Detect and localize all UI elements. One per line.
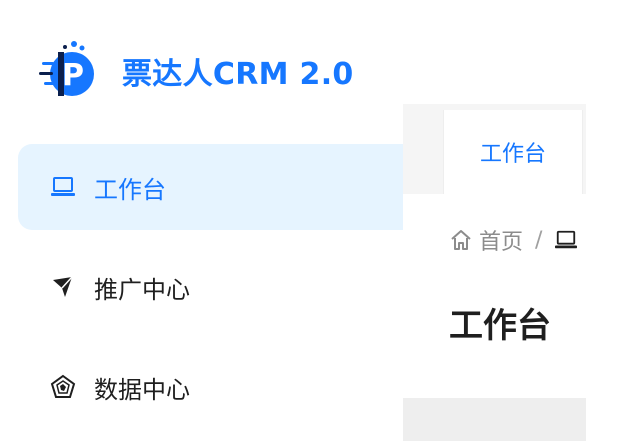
home-icon[interactable] [449, 228, 473, 252]
tab-label: 工作台 [479, 142, 546, 167]
sidebar-item-workbench[interactable]: 工作台 [18, 144, 403, 230]
tab-workbench[interactable]: 工作台 [443, 110, 583, 194]
breadcrumb-home[interactable]: 首页 [479, 224, 523, 256]
logo-icon: P [38, 38, 102, 104]
brand-title: 票达人CRM 2.0 [122, 57, 354, 92]
breadcrumb-separator: / [535, 227, 543, 253]
sidebar-menu: 工作台 推广中心 数据中心 [18, 144, 403, 441]
brand[interactable]: P 票达人CRM 2.0 [38, 38, 354, 104]
logo-letter: P [62, 58, 84, 93]
send-icon [48, 272, 78, 302]
sidebar-item-data-center[interactable]: 数据中心 [18, 344, 403, 430]
radar-icon [48, 372, 78, 402]
sidebar-item-label: 推广中心 [94, 275, 190, 304]
page-title: 工作台 [449, 306, 551, 346]
sidebar-item-promotion[interactable]: 推广中心 [18, 244, 403, 330]
sidebar-item-label: 数据中心 [94, 375, 190, 404]
app-window: P 票达人CRM 2.0 工作台 推广中心 数据中心 工作台 首页 / 工作台 [0, 0, 622, 441]
sidebar-item-label: 工作台 [94, 175, 166, 204]
right-margin [586, 0, 622, 441]
sidebar: P 票达人CRM 2.0 工作台 推广中心 数据中心 [0, 0, 403, 441]
breadcrumb: 首页 / [449, 224, 578, 256]
laptop-icon [48, 172, 78, 202]
laptop-icon [554, 229, 578, 251]
